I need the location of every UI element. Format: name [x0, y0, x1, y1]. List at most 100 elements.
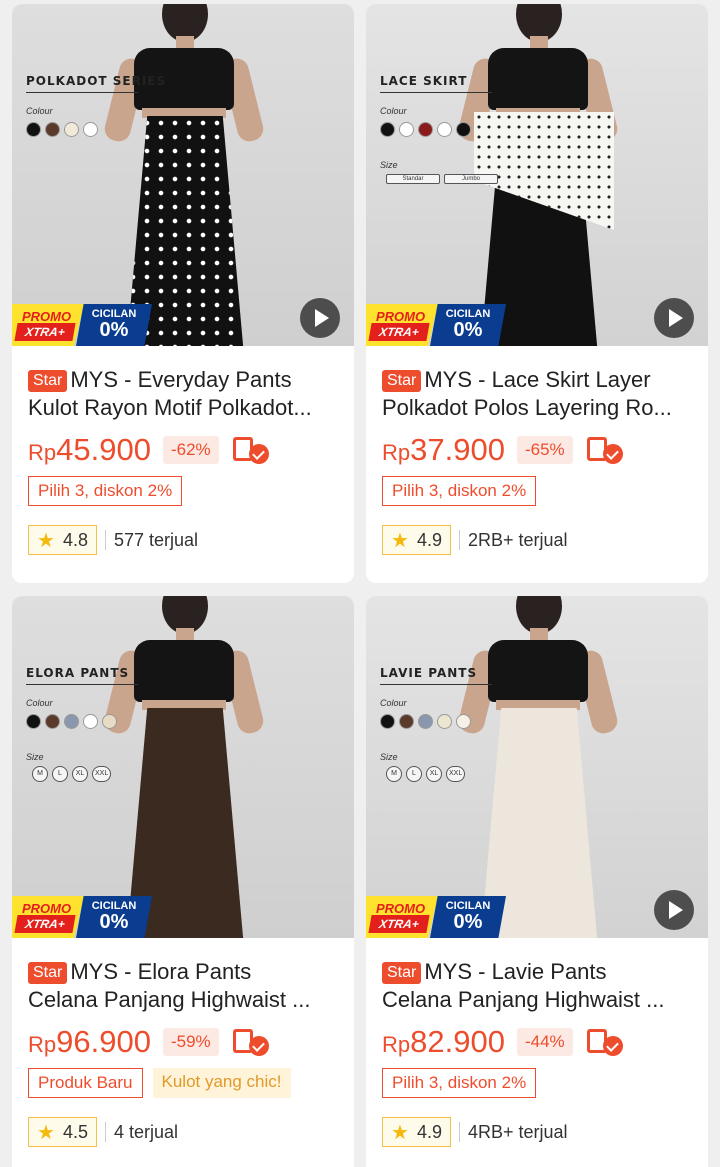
star-badge: Star [28, 962, 68, 984]
play-video-icon[interactable] [654, 298, 694, 338]
colour-swatches [380, 122, 471, 137]
title-line: Kulot Rayon Motif Polkadot... [28, 395, 312, 420]
series-label: LAVIE PANTS [380, 666, 478, 680]
colour-swatch [456, 122, 471, 137]
product-title[interactable]: Star MYS - Lavie Pants Celana Panjang Hig… [382, 958, 692, 1014]
size-chip: M [32, 766, 48, 782]
cod-icon [231, 1027, 269, 1057]
title-line: MYS - Everyday Pants [70, 367, 292, 392]
play-video-icon[interactable] [654, 890, 694, 930]
tag-row: Pilih 3, diskon 2% [382, 1068, 692, 1100]
promo-text: XTRA+ [14, 323, 76, 341]
size-chip: XXL [92, 766, 112, 782]
rating-row: ★ 4.9 2RB+ terjual [382, 524, 692, 556]
colour-label: Colour [26, 698, 53, 708]
star-badge: Star [382, 962, 422, 984]
divider [380, 684, 492, 685]
size-label: Size [380, 752, 398, 762]
promo-banner: PROMO XTRA+ CICILAN 0% [366, 304, 512, 346]
price: 37.900 [410, 432, 505, 467]
sold-count: 577 terjual [113, 529, 199, 550]
promo-xtra: PROMO XTRA+ [366, 896, 438, 938]
rating-row: ★ 4.5 4 terjual [28, 1116, 338, 1148]
promo-tag: Pilih 3, diskon 2% [382, 1068, 537, 1098]
colour-swatch [380, 122, 395, 137]
colour-swatch [64, 122, 79, 137]
title-line: MYS - Lace Skirt Layer [424, 367, 651, 392]
size-chip: L [52, 766, 68, 782]
model-top [488, 48, 588, 110]
promo-xtra: PROMO XTRA+ [12, 896, 84, 938]
product-image[interactable]: LACE SKIRT Colour Size Standar Jumbo PRO… [366, 4, 708, 346]
tag-row: Pilih 3, diskon 2% [382, 476, 692, 508]
promo-banner: PROMO XTRA+ CICILAN 0% [12, 896, 158, 938]
new-product-tag: Produk Baru [28, 1068, 143, 1098]
price: 82.900 [410, 1024, 505, 1059]
product-image[interactable]: POLKADOT SERIES Colour PROMO XTRA+ CICIL… [12, 4, 354, 346]
rating-value: 4.9 [416, 529, 442, 550]
product-title[interactable]: Star MYS - Everyday Pants Kulot Rayon Mot… [28, 366, 338, 422]
colour-swatch [399, 714, 414, 729]
tag-row: Pilih 3, diskon 2% [28, 476, 338, 508]
star-badge: Star [382, 370, 422, 392]
colour-label: Colour [26, 106, 53, 116]
promo-text: 0% [453, 319, 483, 341]
rating-badge: ★ 4.5 [28, 1117, 97, 1147]
size-chip: XL [72, 766, 88, 782]
rating-row: ★ 4.8 577 terjual [28, 524, 338, 556]
star-badge: Star [28, 370, 68, 392]
size-options: M L XL XXL [32, 766, 112, 782]
title-line: Celana Panjang Highwaist ... [28, 987, 311, 1012]
title-line: Celana Panjang Highwaist ... [382, 987, 665, 1012]
colour-swatches [26, 714, 117, 729]
size-chip: L [406, 766, 422, 782]
cod-icon [585, 1027, 623, 1057]
price: 45.900 [56, 432, 151, 467]
product-card[interactable]: POLKADOT SERIES Colour PROMO XTRA+ CICIL… [12, 4, 354, 583]
promo-cicilan: CICILAN 0% [76, 304, 152, 346]
colour-swatch [380, 714, 395, 729]
colour-label: Colour [380, 106, 407, 116]
size-chip: Jumbo [444, 174, 498, 184]
discount-badge: -65% [516, 436, 573, 464]
size-chip: XXL [446, 766, 466, 782]
series-label: ELORA PANTS [26, 666, 130, 680]
divider [458, 1122, 460, 1142]
promo-tag: Pilih 3, diskon 2% [28, 476, 183, 506]
promo-cicilan: CICILAN 0% [430, 304, 506, 346]
star-icon: ★ [391, 529, 409, 552]
colour-swatch [26, 122, 41, 137]
product-card[interactable]: LACE SKIRT Colour Size Standar Jumbo PRO… [366, 4, 708, 583]
discount-badge: -62% [162, 436, 219, 464]
price-row: Rp 82.900 -44% [382, 1024, 692, 1060]
product-card[interactable]: ELORA PANTS Colour Size M L XL XXL PROMO… [12, 596, 354, 1167]
promo-text: 0% [99, 911, 129, 933]
colour-swatch [26, 714, 41, 729]
model-top [134, 640, 234, 702]
price: 96.900 [56, 1024, 151, 1059]
size-options: M L XL XXL [386, 766, 466, 782]
promo-text: XTRA+ [368, 915, 430, 933]
product-image[interactable]: ELORA PANTS Colour Size M L XL XXL PROMO… [12, 596, 354, 938]
model-top [488, 640, 588, 702]
promo-banner: PROMO XTRA+ CICILAN 0% [366, 896, 512, 938]
play-video-icon[interactable] [300, 298, 340, 338]
promo-text: XTRA+ [14, 915, 76, 933]
promo-text: PROMO [376, 901, 426, 916]
divider [104, 530, 106, 550]
colour-swatch [437, 122, 452, 137]
rating-badge: ★ 4.9 [382, 1117, 451, 1147]
size-chip: Standar [386, 174, 440, 184]
divider [380, 92, 492, 93]
colour-swatch [437, 714, 452, 729]
rating-badge: ★ 4.8 [28, 525, 97, 555]
product-title[interactable]: Star MYS - Elora Pants Celana Panjang Hig… [28, 958, 338, 1014]
product-title[interactable]: Star MYS - Lace Skirt Layer Polkadot Polo… [382, 366, 692, 422]
product-card[interactable]: LAVIE PANTS Colour Size M L XL XXL PROMO… [366, 596, 708, 1167]
cod-icon [231, 435, 269, 465]
colour-swatch [45, 122, 60, 137]
currency: Rp [382, 1032, 411, 1057]
colour-swatch [418, 122, 433, 137]
product-image[interactable]: LAVIE PANTS Colour Size M L XL XXL PROMO… [366, 596, 708, 938]
size-label: Size [26, 752, 44, 762]
